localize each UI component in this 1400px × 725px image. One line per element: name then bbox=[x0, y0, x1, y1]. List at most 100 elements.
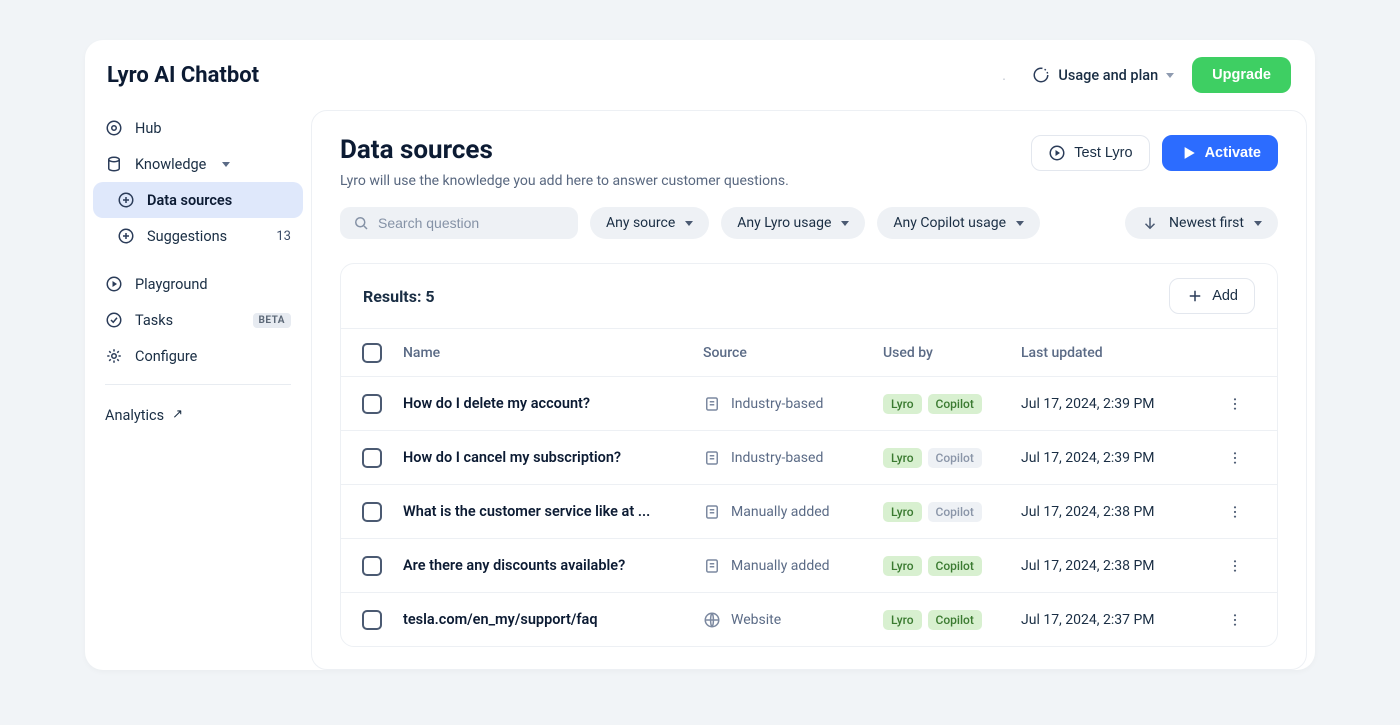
copilot-pill: Copilot bbox=[928, 394, 982, 414]
row-checkbox[interactable] bbox=[362, 448, 382, 468]
sidebar-item-label: Tasks bbox=[135, 312, 173, 329]
plus-icon bbox=[1186, 287, 1204, 305]
filter-copilot-usage[interactable]: Any Copilot usage bbox=[877, 207, 1040, 239]
table-row[interactable]: Are there any discounts available?Manual… bbox=[341, 538, 1277, 592]
sidebar-item-suggestions[interactable]: Suggestions13 bbox=[93, 218, 303, 254]
play-icon bbox=[1179, 144, 1197, 162]
sort-select[interactable]: Newest first bbox=[1125, 207, 1278, 239]
sidebar-item-configure[interactable]: Configure bbox=[93, 338, 303, 374]
sidebar-item-hub[interactable]: Hub bbox=[93, 110, 303, 146]
globe-icon bbox=[703, 611, 721, 629]
activate-button[interactable]: Activate bbox=[1162, 135, 1278, 171]
usage-label: Usage and plan bbox=[1058, 67, 1158, 84]
suggest-icon bbox=[117, 227, 135, 245]
row-updated: Jul 17, 2024, 2:39 PM bbox=[1021, 450, 1215, 466]
filter-source[interactable]: Any source bbox=[590, 207, 709, 239]
row-actions[interactable] bbox=[1215, 450, 1255, 466]
usage-and-plan[interactable]: Usage and plan bbox=[1032, 66, 1174, 84]
filter-lyro-usage[interactable]: Any Lyro usage bbox=[721, 207, 865, 239]
copilot-pill: Copilot bbox=[928, 448, 982, 468]
results-count: Results: 5 bbox=[363, 287, 435, 306]
row-usedby: Lyro Copilot bbox=[883, 448, 1021, 468]
sidebar-item-label: Playground bbox=[135, 276, 208, 293]
sidebar-item-label: Knowledge bbox=[135, 156, 206, 173]
usage-icon bbox=[1032, 66, 1050, 84]
row-source: Manually added bbox=[703, 503, 883, 521]
chevron-down-icon bbox=[222, 162, 230, 167]
test-lyro-label: Test Lyro bbox=[1074, 145, 1132, 161]
search-input[interactable] bbox=[378, 215, 566, 231]
table-row[interactable]: How do I cancel my subscription?Industry… bbox=[341, 430, 1277, 484]
select-all-checkbox[interactable] bbox=[362, 343, 382, 363]
lyro-pill: Lyro bbox=[883, 610, 922, 630]
table-row[interactable]: tesla.com/en_my/support/faqWebsiteLyroCo… bbox=[341, 592, 1277, 646]
sidebar-item-label: Hub bbox=[135, 120, 161, 137]
row-actions[interactable] bbox=[1215, 504, 1255, 520]
chevron-down-icon bbox=[841, 221, 849, 226]
chevron-down-icon bbox=[1016, 221, 1024, 226]
analytics-label: Analytics bbox=[105, 407, 164, 424]
col-usedby: Used by bbox=[883, 345, 1021, 361]
row-checkbox[interactable] bbox=[362, 394, 382, 414]
chevron-down-icon bbox=[685, 221, 693, 226]
lyro-pill: Lyro bbox=[883, 448, 922, 468]
row-checkbox[interactable] bbox=[362, 502, 382, 522]
row-source: Manually added bbox=[703, 557, 883, 575]
config-icon bbox=[105, 347, 123, 365]
lyro-pill: Lyro bbox=[883, 502, 922, 522]
row-actions[interactable] bbox=[1215, 612, 1255, 628]
row-name: Are there any discounts available? bbox=[403, 557, 703, 574]
row-updated: Jul 17, 2024, 2:38 PM bbox=[1021, 504, 1215, 520]
upgrade-button[interactable]: Upgrade bbox=[1192, 57, 1291, 93]
lyro-pill: Lyro bbox=[883, 556, 922, 576]
row-name: How do I cancel my subscription? bbox=[403, 449, 703, 466]
sidebar-item-label: Suggestions bbox=[147, 228, 227, 245]
chevron-down-icon bbox=[1166, 73, 1174, 78]
row-actions[interactable] bbox=[1215, 558, 1255, 574]
datasource-icon bbox=[117, 191, 135, 209]
app-title: Lyro AI Chatbot bbox=[107, 63, 259, 88]
table-row[interactable]: What is the customer service like at ...… bbox=[341, 484, 1277, 538]
test-lyro-button[interactable]: Test Lyro bbox=[1031, 135, 1149, 171]
doc-icon bbox=[703, 395, 721, 413]
sidebar-item-knowledge[interactable]: Knowledge bbox=[93, 146, 303, 182]
sidebar-item-playground[interactable]: Playground bbox=[93, 266, 303, 302]
row-checkbox[interactable] bbox=[362, 556, 382, 576]
copilot-pill: Copilot bbox=[928, 610, 982, 630]
col-source: Source bbox=[703, 345, 883, 361]
search-icon bbox=[352, 214, 370, 232]
analytics-link[interactable]: Analytics↗ bbox=[93, 395, 303, 436]
add-button[interactable]: Add bbox=[1169, 278, 1255, 314]
row-updated: Jul 17, 2024, 2:38 PM bbox=[1021, 558, 1215, 574]
row-usedby: LyroCopilot bbox=[883, 556, 1021, 576]
row-source: Industry-based bbox=[703, 395, 883, 413]
row-usedby: Lyro Copilot bbox=[883, 610, 1021, 630]
col-name: Name bbox=[403, 345, 703, 361]
chevron-down-icon bbox=[1254, 221, 1262, 226]
row-usedby: Lyro Copilot bbox=[883, 502, 1021, 522]
sidebar-item-data-sources[interactable]: Data sources bbox=[93, 182, 303, 218]
doc-icon bbox=[703, 557, 721, 575]
copilot-pill: Copilot bbox=[928, 502, 982, 522]
row-actions[interactable] bbox=[1215, 396, 1255, 412]
page-title: Data sources bbox=[340, 135, 789, 165]
table-row[interactable]: How do I delete my account?Industry-base… bbox=[341, 376, 1277, 430]
activate-label: Activate bbox=[1205, 145, 1261, 161]
play-icon bbox=[105, 275, 123, 293]
row-name: What is the customer service like at ... bbox=[403, 503, 703, 520]
row-usedby: Lyro Copilot bbox=[883, 394, 1021, 414]
sidebar-item-label: Data sources bbox=[147, 192, 232, 209]
lyro-pill: Lyro bbox=[883, 394, 922, 414]
row-checkbox[interactable] bbox=[362, 610, 382, 630]
tasks-icon bbox=[105, 311, 123, 329]
col-updated: Last updated bbox=[1021, 345, 1215, 361]
sidebar-item-tasks[interactable]: TasksBETA bbox=[93, 302, 303, 338]
row-name: How do I delete my account? bbox=[403, 395, 703, 412]
search-input-wrap[interactable] bbox=[340, 207, 578, 239]
doc-icon bbox=[703, 449, 721, 467]
row-source: Industry-based bbox=[703, 449, 883, 467]
row-updated: Jul 17, 2024, 2:37 PM bbox=[1021, 612, 1215, 628]
help-icon[interactable] bbox=[994, 65, 1014, 85]
page-subtitle: Lyro will use the knowledge you add here… bbox=[340, 173, 789, 189]
row-name: tesla.com/en_my/support/faq bbox=[403, 611, 703, 628]
